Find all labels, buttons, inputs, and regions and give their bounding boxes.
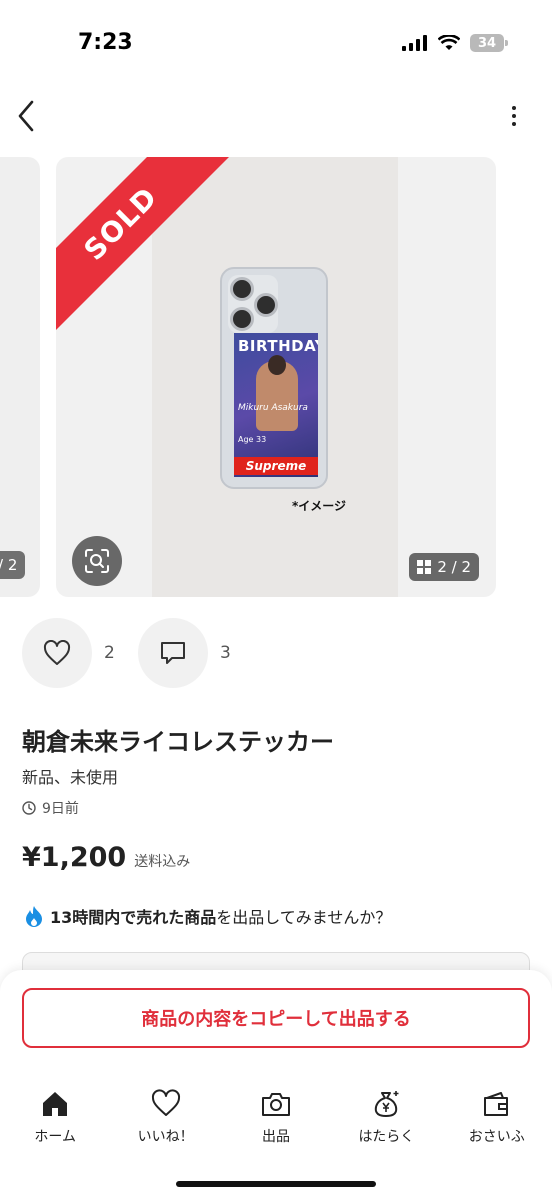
chevron-left-icon [18, 100, 34, 132]
back-button[interactable] [12, 98, 44, 134]
sticker-age: Age 33 [238, 435, 267, 444]
more-dot-icon [512, 106, 516, 110]
signal-icon [402, 35, 427, 51]
home-icon [43, 1092, 68, 1116]
copy-and-list-button[interactable]: 商品の内容をコピーして出品する [22, 988, 530, 1048]
previous-image-counter: / 2 [0, 551, 26, 579]
flame-icon [26, 906, 42, 927]
phone-case: BIRTHDAY Mikuru Asakura Age 33 Supreme [220, 267, 328, 489]
heart-icon [43, 640, 71, 665]
money-bag-icon [375, 1091, 399, 1117]
tab-label: はたらく [358, 1129, 415, 1145]
comment-button[interactable] [138, 618, 208, 688]
image-note: *イメージ [292, 499, 347, 513]
wallet-icon [483, 1092, 508, 1116]
product-photo[interactable]: BIRTHDAY Mikuru Asakura Age 33 Supreme *… [152, 157, 398, 597]
action-row: 2 3 [22, 618, 246, 688]
grid-icon [417, 560, 432, 574]
product-title: 朝倉未来ライコレステッカー [22, 728, 334, 756]
camera-icon [261, 1093, 290, 1116]
sticker-graphic: BIRTHDAY Mikuru Asakura Age 33 Supreme [234, 333, 318, 477]
tab-label: いいね！ [137, 1129, 194, 1145]
image-counter[interactable]: 2 / 2 [409, 553, 479, 581]
posted-time: 9日前 [22, 798, 79, 818]
camera-lens-icon [230, 307, 254, 331]
home-indicator[interactable] [176, 1181, 376, 1187]
heart-icon [151, 1089, 180, 1116]
image-counter-label: 2 / 2 [437, 558, 471, 576]
image-carousel[interactable]: / 2 BIRTHDAY Mikuru Asakura Age 33 Supre… [0, 157, 552, 597]
shipping-label: 送料込み [134, 854, 191, 870]
like-button[interactable] [22, 618, 92, 688]
posted-time-label: 9日前 [42, 801, 79, 817]
previous-image-card[interactable]: / 2 [0, 157, 40, 597]
price: ¥1,200 [22, 842, 127, 873]
tab-label: おさいふ [468, 1129, 525, 1145]
image-search-button[interactable] [72, 536, 122, 586]
battery-icon: 34 [470, 34, 508, 52]
product-condition: 新品、未使用 [22, 768, 119, 787]
status-icons: 34 [402, 34, 508, 52]
price-row: ¥1,200 送料込み [22, 842, 190, 873]
tab-label: 出品 [261, 1129, 290, 1145]
promo-text: を出品してみませんか？ [216, 908, 392, 927]
promo-highlight: 13時間内で売れた商品 [50, 908, 217, 927]
tab-bar: ホーム いいね！ 出品 はたらく おさいふ [0, 1088, 552, 1158]
sticker-name: Mikuru Asakura [238, 403, 308, 413]
camera-block [228, 275, 278, 333]
product-image-card[interactable]: BIRTHDAY Mikuru Asakura Age 33 Supreme *… [56, 157, 496, 597]
tab-work[interactable]: はたらく [331, 1088, 441, 1158]
camera-lens-icon [254, 293, 278, 317]
fighter-head [268, 355, 286, 375]
comment-count: 3 [220, 643, 231, 663]
camera-lens-icon [230, 277, 254, 301]
tab-sell[interactable]: 出品 [221, 1088, 331, 1158]
comment-icon [161, 642, 185, 664]
clock-icon [22, 801, 36, 815]
status-time: 7:23 [78, 30, 133, 55]
sell-promo[interactable]: 13時間内で売れた商品を出品してみませんか？ [24, 904, 391, 928]
more-dot-icon [512, 114, 516, 118]
scan-icon [85, 549, 109, 573]
more-dot-icon [512, 122, 516, 126]
tab-label: ホーム [34, 1129, 76, 1145]
more-options-button[interactable] [498, 100, 530, 132]
tab-home[interactable]: ホーム [0, 1088, 110, 1158]
brand-logo: Supreme [234, 457, 318, 475]
wifi-icon [438, 35, 460, 50]
tab-likes[interactable]: いいね！ [110, 1088, 220, 1158]
sticker-heading: BIRTHDAY [238, 337, 318, 355]
status-bar: 7:23 34 [0, 0, 552, 90]
like-count: 2 [104, 643, 115, 663]
tab-wallet[interactable]: おさいふ [442, 1088, 552, 1158]
